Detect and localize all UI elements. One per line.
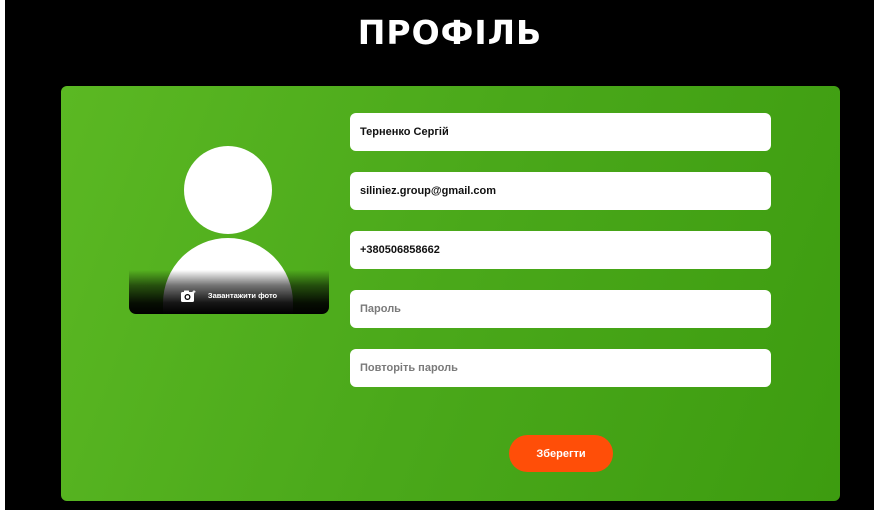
upload-photo-label: Завантажити фото [207, 290, 278, 300]
avatar-head [184, 146, 272, 234]
page-title: ПРОФІЛЬ [357, 13, 543, 52]
email-field[interactable] [350, 172, 771, 210]
name-field[interactable] [350, 113, 771, 151]
password-field[interactable] [350, 290, 771, 328]
camera-icon [180, 289, 196, 303]
upload-photo-button[interactable]: Завантажити фото [129, 270, 329, 314]
phone-field[interactable] [350, 231, 771, 269]
avatar: Завантажити фото [129, 140, 329, 314]
save-button[interactable]: Зберегти [509, 435, 613, 472]
password-repeat-field[interactable] [350, 349, 771, 387]
